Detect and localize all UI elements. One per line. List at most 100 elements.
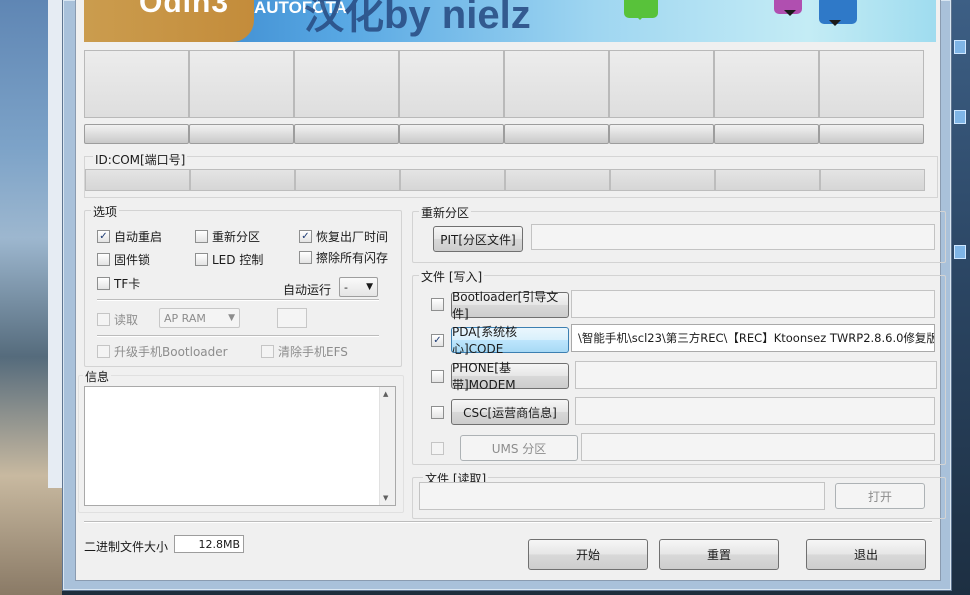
ums-path-field[interactable] <box>581 433 935 461</box>
scroll-up-icon[interactable]: ▲ <box>383 390 388 398</box>
auto-run-select[interactable]: - ▼ <box>339 277 378 297</box>
auto-run-label: 自动运行 <box>283 283 332 297</box>
nand-erase-box[interactable] <box>299 251 312 264</box>
port-slot-progress <box>609 124 714 144</box>
idcom-cell <box>505 169 610 191</box>
repartition-checkbox[interactable]: 重新分区 <box>195 228 260 245</box>
chat-bubble-icon <box>819 0 857 26</box>
phone-bootloader-label: 升级手机Bootloader <box>114 345 228 359</box>
exit-button[interactable]: 退出 <box>806 539 926 570</box>
port-slot-box <box>609 50 714 118</box>
files-read-group: 文件 [读取] 打开 <box>412 470 946 519</box>
binary-size-label: 二进制文件大小 <box>84 540 169 554</box>
options-separator-2 <box>97 335 379 337</box>
repartition-label: 重新分区 <box>212 230 261 244</box>
port-slot-progress <box>399 124 504 144</box>
led-control-box[interactable] <box>195 253 208 266</box>
auto-reboot-label: 自动重启 <box>114 230 163 244</box>
phone-efs-checkbox[interactable]: 清除手机EFS <box>261 343 348 360</box>
idcom-cell <box>190 169 295 191</box>
phone-box[interactable] <box>431 370 444 383</box>
read-box[interactable] <box>97 313 110 326</box>
pda-checkbox[interactable]: ✓ <box>431 334 444 347</box>
idcom-cell <box>715 169 820 191</box>
ums-checkbox[interactable] <box>431 442 444 455</box>
reset-time-checkbox[interactable]: ✓ 恢复出厂时间 <box>299 228 388 245</box>
firmware-lock-checkbox[interactable]: 固件锁 <box>97 251 150 268</box>
idcom-cell <box>85 169 190 191</box>
pit-path-field[interactable] <box>531 224 935 250</box>
csc-checkbox[interactable] <box>431 406 444 419</box>
desktop-shortcut-icon[interactable] <box>954 40 966 54</box>
idcom-group: ID:COM[端口号] <box>84 151 938 198</box>
reset-time-box[interactable]: ✓ <box>299 230 312 243</box>
firmware-lock-label: 固件锁 <box>114 253 151 267</box>
csc-button[interactable]: CSC[运营商信息] <box>451 399 569 425</box>
ums-box[interactable] <box>431 442 444 455</box>
port-slot-progress <box>504 124 609 144</box>
phone-checkbox[interactable] <box>431 370 444 383</box>
auto-reboot-box[interactable]: ✓ <box>97 230 110 243</box>
bootloader-button[interactable]: Bootloader[引导文件] <box>451 290 569 321</box>
idcom-cell <box>295 169 400 191</box>
repartition-box[interactable] <box>195 230 208 243</box>
options-separator <box>97 299 379 301</box>
bootloader-box[interactable] <box>431 298 444 311</box>
binary-size-value: 12.8MB <box>174 535 244 553</box>
port-slot-box <box>189 50 294 118</box>
odin-client-area: Odin3 AUTOFOTA 汉化by nielz ID:COM[端口号] 选项… <box>75 0 946 581</box>
port-slot-box <box>84 50 189 118</box>
tflash-label: TF卡 <box>114 277 141 291</box>
phone-path-field[interactable] <box>575 361 937 389</box>
files-write-group: 文件 [写入] Bootloader[引导文件] ✓ PDA[系统核心]CODE… <box>412 268 946 465</box>
phone-button[interactable]: PHONE[基带]MODEM <box>451 361 569 392</box>
desktop-shortcut-icon[interactable] <box>954 245 966 259</box>
auto-reboot-checkbox[interactable]: ✓ 自动重启 <box>97 228 162 245</box>
firmware-lock-box[interactable] <box>97 253 110 266</box>
port-slot-box <box>399 50 504 118</box>
tflash-checkbox[interactable]: TF卡 <box>97 275 140 292</box>
files-read-path-field[interactable] <box>419 482 825 510</box>
phone-bootloader-checkbox[interactable]: 升级手机Bootloader <box>97 343 228 360</box>
log-scrollbar[interactable]: ▲ ▼ <box>379 387 395 505</box>
files-write-title: 文件 [写入] <box>419 268 485 285</box>
scroll-down-icon[interactable]: ▼ <box>383 494 388 502</box>
start-button[interactable]: 开始 <box>528 539 648 570</box>
reset-button[interactable]: 重置 <box>659 539 779 570</box>
desktop-background-right <box>950 0 970 595</box>
phone-bootloader-box[interactable] <box>97 345 110 358</box>
port-slot-progress <box>84 124 189 144</box>
bootloader-checkbox[interactable] <box>431 298 444 311</box>
read-size-field[interactable] <box>277 308 307 328</box>
nand-erase-checkbox[interactable]: 擦除所有闪存 <box>299 249 388 266</box>
phone-efs-box[interactable] <box>261 345 274 358</box>
dropdown-arrow-icon: ▼ <box>366 282 373 292</box>
footer-separator <box>84 521 932 523</box>
port-slot-progress <box>294 124 399 144</box>
odin-banner: Odin3 AUTOFOTA 汉化by nielz <box>84 0 936 42</box>
tflash-box[interactable] <box>97 277 110 290</box>
log-textarea[interactable]: ▲ ▼ <box>84 386 396 506</box>
bootloader-path-field[interactable] <box>571 290 935 318</box>
port-slot-progress <box>819 124 924 144</box>
csc-box[interactable] <box>431 406 444 419</box>
ap-ram-value: AP RAM <box>164 311 206 325</box>
odin-window: Odin3 AUTOFOTA 汉化by nielz ID:COM[端口号] 选项… <box>62 0 952 591</box>
read-label: 读取 <box>114 313 139 327</box>
repartition-group-title: 重新分区 <box>419 204 472 221</box>
read-checkbox[interactable]: 读取 <box>97 311 138 328</box>
led-control-checkbox[interactable]: LED 控制 <box>195 251 263 268</box>
idcom-cell <box>820 169 925 191</box>
nand-erase-label: 擦除所有闪存 <box>316 251 389 265</box>
pda-box[interactable]: ✓ <box>431 334 444 347</box>
dropdown-arrow-icon: ▼ <box>228 313 235 323</box>
pda-path-field[interactable]: \智能手机\scl23\第三方REC\【REC】Ktoonsez TWRP2.8… <box>571 324 935 352</box>
pda-button[interactable]: PDA[系统核心]CODE <box>451 325 569 356</box>
open-button[interactable]: 打开 <box>835 483 925 509</box>
ums-button[interactable]: UMS 分区 <box>460 435 578 461</box>
led-control-label: LED 控制 <box>212 253 264 267</box>
ap-ram-select[interactable]: AP RAM ▼ <box>159 308 240 328</box>
desktop-shortcut-icon[interactable] <box>954 110 966 124</box>
csc-path-field[interactable] <box>575 397 935 425</box>
pit-button[interactable]: PIT[分区文件] <box>433 226 523 252</box>
